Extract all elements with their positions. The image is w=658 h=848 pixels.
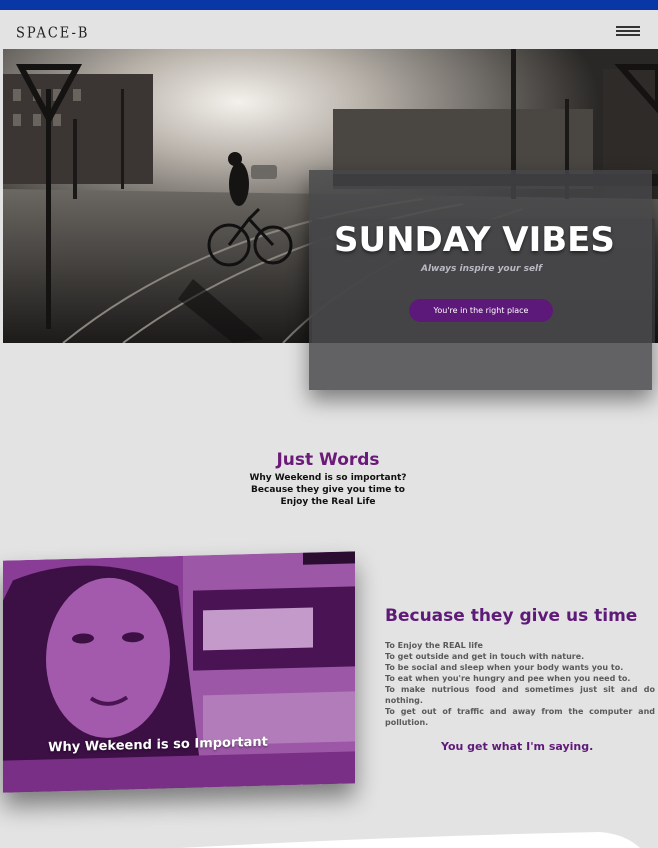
feature-image-card[interactable]: Why Wekeend is so Important <box>3 551 355 793</box>
section-divider <box>180 832 640 848</box>
hero-subtitle: Always inspire your self <box>421 264 543 274</box>
hamburger-menu-icon[interactable] <box>616 26 640 36</box>
list-item: To get outside and get in touch with nat… <box>385 652 585 661</box>
hero-overlay-panel <box>309 170 652 390</box>
menu-line <box>616 26 640 28</box>
feature-footer: You get what I'm saying. <box>441 740 594 753</box>
list-item: To be social and sleep when your body wa… <box>385 663 624 672</box>
hero-title: SUNDAY VIBES <box>334 220 615 260</box>
list-item: To get out of traffic and away from the … <box>385 707 655 727</box>
intro-line: Because they give you time to <box>251 485 405 495</box>
menu-line <box>616 30 640 32</box>
intro-line: Enjoy the Real Life <box>280 497 376 507</box>
intro-line: Why Weekend is so important? <box>249 473 407 483</box>
top-accent-bar <box>0 0 658 10</box>
site-logo[interactable]: SPACE-B <box>16 25 89 42</box>
menu-line <box>616 34 640 36</box>
portrait-photo <box>3 551 355 793</box>
intro-text: Why Weekend is so important? Because the… <box>0 472 656 508</box>
hero-cta-button[interactable]: You're in the right place <box>409 299 553 322</box>
list-item: To eat when you're hungry and pee when y… <box>385 674 631 683</box>
list-item: To make nutrious food and sometimes just… <box>385 685 655 705</box>
reasons-list: To Enjoy the REAL life To get outside an… <box>385 640 655 728</box>
intro-title: Just Words <box>276 450 380 470</box>
feature-title: Becuase they give us time <box>385 606 638 626</box>
list-item: To Enjoy the REAL life <box>385 641 483 650</box>
